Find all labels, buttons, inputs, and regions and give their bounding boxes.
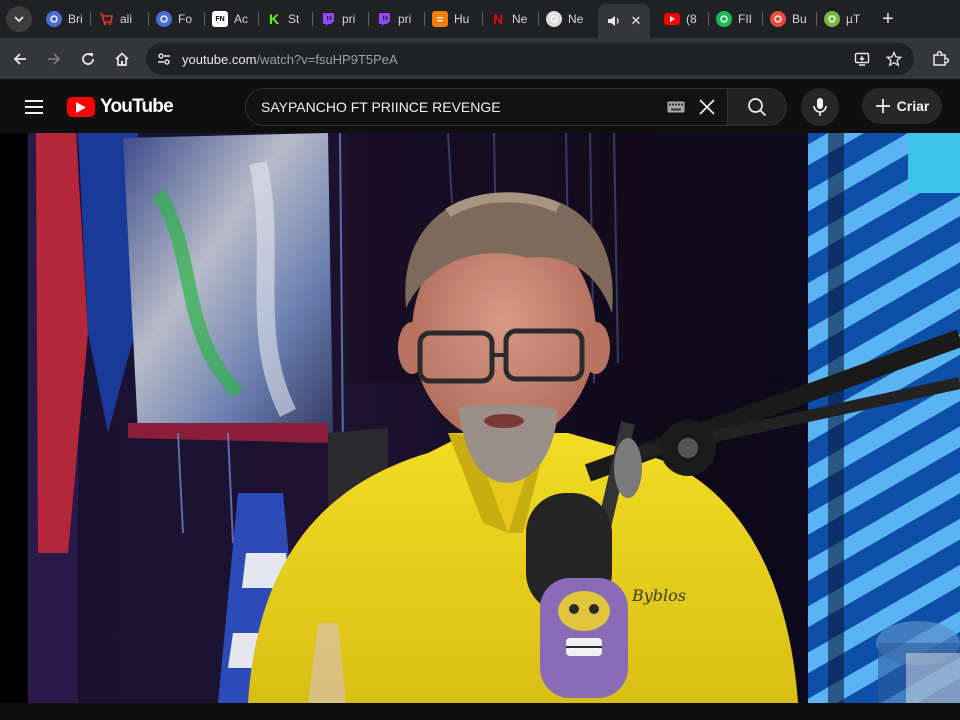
- reload-button[interactable]: [74, 45, 102, 73]
- speaker-icon: [606, 13, 622, 29]
- search-input[interactable]: SAYPANCHO FT PRIINCE REVENGE: [261, 99, 665, 115]
- search-button[interactable]: [727, 88, 787, 126]
- utorrent-icon: [824, 11, 840, 27]
- browser-toolbar: youtube.com/watch?v=fsuHP9T5PeA: [0, 38, 960, 80]
- puzzle-icon: [933, 50, 949, 66]
- search-icon: [748, 98, 767, 117]
- tab[interactable]: (8: [656, 5, 706, 33]
- tab[interactable]: pri: [312, 5, 366, 33]
- tab-title: Fo: [178, 12, 193, 26]
- search-box[interactable]: SAYPANCHO FT PRIINCE REVENGE: [245, 88, 728, 126]
- youtube-play-icon: [67, 97, 95, 117]
- microphone-icon: [813, 98, 827, 116]
- arrow-left-icon: [13, 53, 26, 65]
- tab[interactable]: FII: [708, 5, 760, 33]
- voice-search-button[interactable]: [801, 88, 839, 126]
- tab-search-button[interactable]: [6, 6, 32, 32]
- youtube-icon: [664, 11, 680, 27]
- tab-title: Ne: [512, 12, 528, 26]
- url-host: youtube.com: [182, 51, 257, 67]
- arrow-right-icon: [48, 53, 61, 65]
- home-icon: [115, 52, 129, 66]
- star-icon: [886, 51, 902, 67]
- keyboard-icon[interactable]: [665, 96, 687, 118]
- back-button[interactable]: [6, 45, 34, 73]
- tab-title: St: [288, 12, 300, 26]
- globe-icon: [46, 11, 62, 27]
- install-app-button[interactable]: [848, 45, 876, 73]
- tab[interactable]: pri: [368, 5, 422, 33]
- mic-brand-text: Byblos: [631, 586, 686, 605]
- tab[interactable]: K St: [258, 5, 310, 33]
- tab[interactable]: µT: [816, 5, 868, 33]
- tab-title: µT: [846, 12, 861, 26]
- reload-icon: [82, 53, 94, 65]
- tune-icon: [158, 53, 170, 65]
- kick-icon: K: [268, 11, 280, 27]
- cart-icon: [98, 11, 114, 27]
- youtube-logo[interactable]: YouTube: [67, 96, 174, 118]
- extensions-button[interactable]: [926, 45, 954, 73]
- tab-active[interactable]: ✕: [598, 4, 650, 38]
- tab-title: (8: [686, 12, 697, 26]
- home-button[interactable]: [108, 45, 136, 73]
- menu-icon-bar: [25, 106, 43, 108]
- tab-title: Hu: [454, 12, 470, 26]
- close-icon: [699, 99, 715, 115]
- close-icon[interactable]: ✕: [628, 13, 644, 29]
- tab-title: FII: [738, 12, 752, 26]
- tab-title: pri: [342, 12, 356, 26]
- chrome-icon: [546, 11, 562, 27]
- youtube-wordmark: YouTube: [100, 96, 174, 117]
- menu-icon-bar: [25, 100, 43, 102]
- colorwheel-icon: [770, 11, 786, 27]
- fn-icon: FN: [212, 11, 228, 27]
- chevron-down-icon: [14, 16, 24, 23]
- tab-title: Ne: [568, 12, 584, 26]
- new-tab-button[interactable]: +: [876, 7, 900, 31]
- video-frame[interactable]: Byblos: [28, 133, 960, 703]
- create-button-label: Criar: [896, 98, 930, 114]
- tab-title: ali: [120, 12, 133, 26]
- tab[interactable]: Fo: [148, 5, 202, 33]
- tab[interactable]: Hu: [424, 5, 480, 33]
- globe-icon: [156, 11, 172, 27]
- video-player[interactable]: Byblos: [0, 133, 960, 703]
- tab[interactable]: Bu: [762, 5, 814, 33]
- tab[interactable]: Bri: [38, 5, 88, 33]
- youtube-masthead: YouTube SAYPANCHO FT PRIINCE REVENGE Cri…: [0, 81, 960, 133]
- plus-icon: +: [882, 7, 894, 30]
- twitch-icon: [376, 11, 392, 27]
- create-button[interactable]: Criar: [862, 88, 942, 124]
- tab[interactable]: FN Ac: [204, 5, 256, 33]
- browser-tab-strip: Bri ali Fo FN Ac K St pri pri Hu N Ne Ne ✕ (8 FII Bu µT +: [0, 0, 960, 38]
- site-info-button[interactable]: [150, 45, 178, 73]
- clear-search-button[interactable]: [693, 93, 721, 121]
- twitch-icon: [320, 11, 336, 27]
- tab-title: pri: [398, 12, 412, 26]
- tab-title: Bu: [792, 12, 807, 26]
- netflix-icon: N: [492, 11, 504, 27]
- guide-menu-button[interactable]: [20, 93, 48, 121]
- plus-icon: [875, 99, 890, 113]
- tab-title: Ac: [234, 12, 249, 26]
- tab-title: Bri: [68, 12, 83, 26]
- tab[interactable]: ali: [90, 5, 146, 33]
- bookmark-button[interactable]: [880, 45, 908, 73]
- blogger-icon: [432, 11, 448, 27]
- green-circle-icon: [716, 11, 732, 27]
- url-text: youtube.com/watch?v=fsuHP9T5PeA: [182, 52, 398, 67]
- menu-icon-bar: [25, 112, 43, 114]
- page-bottom-strip: [0, 703, 960, 720]
- tab[interactable]: N Ne: [482, 5, 536, 33]
- forward-button[interactable]: [40, 45, 68, 73]
- install-icon: [854, 52, 870, 66]
- url-path: /watch?v=fsuHP9T5PeA: [256, 51, 398, 67]
- tab[interactable]: Ne: [538, 5, 594, 33]
- address-bar[interactable]: youtube.com/watch?v=fsuHP9T5PeA: [146, 43, 914, 75]
